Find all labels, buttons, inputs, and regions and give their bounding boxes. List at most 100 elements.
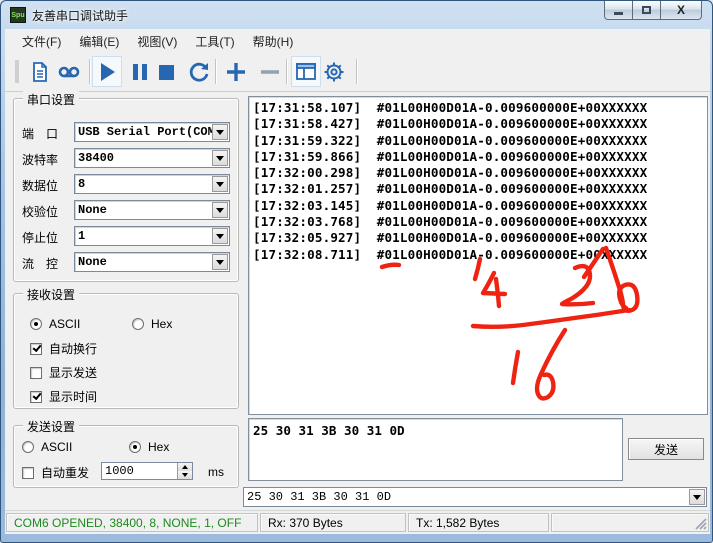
close-icon: X <box>677 3 685 17</box>
auto-newline-label: 自动换行 <box>49 340 97 357</box>
menu-tools[interactable]: 工具(T) <box>186 30 243 53</box>
resend-interval-input[interactable]: 1000 <box>101 462 193 480</box>
start-button[interactable] <box>92 56 122 87</box>
checkbox-icon <box>30 391 42 403</box>
parity-select[interactable]: None <box>74 200 230 220</box>
serial-settings-group: 串口设置 端 口 USB Serial Port(COM6) 波特率 38400… <box>13 98 239 282</box>
rx-ascii-label: ASCII <box>49 317 80 331</box>
zoom-out-button[interactable] <box>255 56 285 87</box>
rx-ascii-radio[interactable]: ASCII <box>30 317 80 331</box>
parity-value: None <box>75 203 212 217</box>
show-time-label: 显示时间 <box>49 388 97 405</box>
send-text: 25 30 31 3B 30 31 0D <box>249 419 622 442</box>
history-value: 25 30 31 3B 30 31 0D <box>244 490 689 504</box>
databits-select[interactable]: 8 <box>74 174 230 194</box>
tx-bytes-status: Tx: 1,582 Bytes <box>408 513 549 532</box>
minimize-icon <box>614 12 623 15</box>
minus-icon <box>258 60 282 84</box>
title-bar[interactable]: Spu 友善串口调试助手 X <box>1 1 712 29</box>
send-settings-title: 发送设置 <box>23 418 79 435</box>
new-document-button[interactable] <box>25 56 55 87</box>
menu-bar: 文件(F) 编辑(E) 视图(V) 工具(T) 帮助(H) <box>5 29 710 53</box>
play-icon <box>96 61 118 83</box>
tx-hex-label: Hex <box>148 440 169 454</box>
auto-resend-checkbox[interactable]: 自动重发 <box>22 464 89 481</box>
gear-icon <box>322 60 346 84</box>
parity-label: 校验位 <box>22 203 74 220</box>
tx-hex-radio[interactable]: Hex <box>129 440 169 454</box>
client-area: 文件(F) 编辑(E) 视图(V) 工具(T) 帮助(H) <box>5 29 710 534</box>
radio-icon <box>132 318 144 330</box>
close-button[interactable]: X <box>660 1 702 20</box>
send-text-area[interactable]: 25 30 31 3B 30 31 0D <box>248 418 623 481</box>
baud-label: 波特率 <box>22 151 74 168</box>
send-button[interactable]: 发送 <box>628 438 704 460</box>
maximize-icon <box>642 6 651 14</box>
dropdown-arrow-icon[interactable] <box>212 124 228 140</box>
port-value: USB Serial Port(COM6) <box>75 125 212 139</box>
stop-button[interactable] <box>151 56 181 87</box>
menu-edit[interactable]: 编辑(E) <box>70 30 128 53</box>
panel-layout-button[interactable] <box>291 56 321 87</box>
checkbox-icon <box>30 367 42 379</box>
serial-settings-title: 串口设置 <box>23 91 79 108</box>
menu-view[interactable]: 视图(V) <box>128 30 186 53</box>
restart-button[interactable] <box>184 56 214 87</box>
stopbits-label: 停止位 <box>22 229 74 246</box>
refresh-icon <box>187 60 211 84</box>
baud-value: 38400 <box>75 151 212 165</box>
toolbar <box>5 53 710 92</box>
flowctrl-value: None <box>75 255 212 269</box>
receive-settings-group: 接收设置 ASCII Hex 自动换行 显示发送 显示时间 <box>13 293 239 409</box>
dropdown-arrow-icon[interactable] <box>212 254 228 270</box>
rx-hex-label: Hex <box>151 317 172 331</box>
auto-resend-label: 自动重发 <box>41 464 89 481</box>
dropdown-arrow-icon[interactable] <box>212 150 228 166</box>
settings-button[interactable] <box>319 56 349 87</box>
status-filler <box>551 513 709 532</box>
record-icon <box>57 61 81 83</box>
baud-select[interactable]: 38400 <box>74 148 230 168</box>
record-button[interactable] <box>54 56 84 87</box>
window-title: 友善串口调试助手 <box>32 7 128 24</box>
tx-ascii-radio[interactable]: ASCII <box>22 440 72 454</box>
status-bar: COM6 OPENED, 38400, 8, NONE, 1, OFF Rx: … <box>5 510 710 534</box>
zoom-in-button[interactable] <box>221 56 251 87</box>
show-send-label: 显示发送 <box>49 364 97 381</box>
flowctrl-select[interactable]: None <box>74 252 230 272</box>
spin-up-icon[interactable] <box>178 463 192 471</box>
window-panel-icon <box>295 61 317 83</box>
dropdown-arrow-icon[interactable] <box>212 202 228 218</box>
toolbar-grip[interactable] <box>15 60 19 83</box>
app-window: Spu 友善串口调试助手 X 文件(F) 编辑(E) 视图(V) 工具(T) 帮… <box>0 0 713 543</box>
radio-icon <box>30 318 42 330</box>
stopbits-select[interactable]: 1 <box>74 226 230 246</box>
interval-value: 1000 <box>102 463 177 479</box>
tx-ascii-label: ASCII <box>41 440 72 454</box>
radio-icon <box>129 441 141 453</box>
receive-log-area[interactable]: [17:31:58.107] #01L00H00D01A-0.009600000… <box>248 96 708 415</box>
checkbox-icon <box>22 467 34 479</box>
flowctrl-label: 流 控 <box>22 255 74 272</box>
dropdown-arrow-icon[interactable] <box>212 228 228 244</box>
dropdown-arrow-icon[interactable] <box>212 176 228 192</box>
plus-icon <box>224 60 248 84</box>
send-history-combo[interactable]: 25 30 31 3B 30 31 0D <box>243 487 707 507</box>
port-select[interactable]: USB Serial Port(COM6) <box>74 122 230 142</box>
resize-grip-icon[interactable] <box>693 516 707 530</box>
dropdown-arrow-icon[interactable] <box>689 489 705 505</box>
menu-file[interactable]: 文件(F) <box>13 30 70 53</box>
spin-down-icon[interactable] <box>178 471 192 479</box>
minimize-button[interactable] <box>604 1 633 20</box>
toolbar-separator <box>286 59 287 84</box>
auto-newline-checkbox[interactable]: 自动换行 <box>30 340 97 357</box>
menu-help[interactable]: 帮助(H) <box>244 30 303 53</box>
rx-hex-radio[interactable]: Hex <box>132 317 172 331</box>
maximize-button[interactable] <box>633 1 660 20</box>
show-send-checkbox[interactable]: 显示发送 <box>30 364 97 381</box>
toolbar-separator <box>89 59 90 84</box>
show-time-checkbox[interactable]: 显示时间 <box>30 388 97 405</box>
checkbox-icon <box>30 343 42 355</box>
radio-icon <box>22 441 34 453</box>
toolbar-separator <box>215 59 216 84</box>
